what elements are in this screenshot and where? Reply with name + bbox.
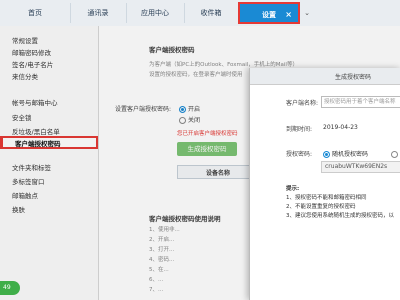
chevron-down-icon[interactable]: ⌄	[301, 3, 313, 23]
col-device: 设备名称	[206, 170, 231, 177]
random-radio-dot	[323, 151, 330, 158]
random-option-label: 随机授权密码	[332, 151, 369, 158]
sidebar-item-security-lock[interactable]: 安全锁	[12, 112, 32, 122]
tab-contacts[interactable]: 通讯录	[70, 3, 127, 23]
generate-password-dialog: 生成授权密码 客户端名称: 授权密码用于着个客户端名称 到期时间: 2019-0…	[249, 68, 400, 300]
tip-1: 1、授权密码不能和邮箱密码相同	[286, 195, 367, 201]
radio-on-dot	[179, 106, 186, 113]
tip-2: 2、不能设置重复的授权密码	[286, 204, 356, 210]
section-desc-1: 为客户端（如PC上的Outlook、Foxmail，手机上的Mail等）	[149, 62, 298, 68]
radio-off-label: 关闭	[188, 117, 201, 124]
sidebar-item-multi-tab[interactable]: 多标签窗口	[12, 176, 45, 186]
client-name-label: 客户端名称:	[286, 100, 319, 107]
usage-title: 客户端授权密码使用说明	[149, 215, 221, 223]
sidebar-item-general[interactable]: 常规设置	[12, 35, 38, 45]
tab-settings-label: 设置	[262, 11, 276, 19]
expire-value: 2019-04-23	[323, 124, 358, 131]
tab-inbox-label: 收件箱	[200, 9, 222, 17]
generated-code[interactable]: cruabuWTKw69EN2s	[321, 161, 400, 173]
custom-radio-dot	[391, 151, 398, 158]
sidebar-item-folders[interactable]: 文件夹和标签	[12, 162, 51, 172]
sidebar-item-touchpoint[interactable]: 邮箱触点	[12, 190, 38, 200]
sidebar-item-skin[interactable]: 换肤	[12, 204, 25, 214]
sidebar-item-signature[interactable]: 签名/电子名片	[12, 59, 53, 69]
tab-home-label: 首页	[28, 9, 42, 17]
sidebar-item-password[interactable]: 邮箱密码修改	[12, 47, 51, 57]
dialog-header: 生成授权密码	[250, 68, 400, 85]
note-3: 3、打开...	[149, 247, 175, 253]
settings-sidebar: 常规设置 邮箱密码修改 签名/电子名片 来信分类 帐号与邮箱中心 安全锁 反垃圾…	[0, 26, 99, 300]
top-tab-bar: 首页 通讯录 应用中心 收件箱 设置 × ⌄	[0, 0, 400, 27]
enable-label: 设置客户端授权密码:	[115, 106, 172, 113]
sidebar-item-antispam[interactable]: 反垃圾/黑白名单	[12, 126, 60, 136]
radio-off[interactable]: 关闭	[179, 115, 200, 124]
sidebar-item-account-center[interactable]: 帐号与邮箱中心	[12, 97, 58, 107]
random-password-option[interactable]: 随机授权密码	[323, 149, 368, 158]
password-label: 授权密码:	[286, 151, 313, 158]
notification-badge[interactable]: 49	[0, 281, 20, 295]
radio-off-dot	[179, 117, 186, 124]
enabled-warning: 您已开启客户端授权密码	[177, 131, 238, 137]
tab-inbox[interactable]: 收件箱	[184, 3, 239, 23]
radio-on[interactable]: 开启	[179, 104, 200, 113]
tips-title: 提示:	[286, 186, 300, 192]
note-1: 1、使用非...	[149, 227, 180, 233]
section-desc-2: 设置的授权密码，在登录客户端时使用	[149, 72, 243, 78]
sidebar-item-client-password[interactable]: 客户端授权密码	[0, 136, 98, 149]
dialog-title: 生成授权密码	[335, 74, 372, 81]
tab-home[interactable]: 首页	[0, 3, 71, 23]
tab-app-center[interactable]: 应用中心	[126, 3, 185, 23]
radio-on-label: 开启	[188, 106, 201, 113]
generate-password-button[interactable]: 生成授权密码	[177, 142, 237, 156]
sidebar-item-mail-filter[interactable]: 来信分类	[12, 71, 38, 81]
custom-password-option[interactable]: 自	[391, 149, 400, 158]
note-2: 2、开启...	[149, 237, 175, 243]
note-6: 6、...	[149, 277, 164, 283]
tab-app-center-label: 应用中心	[141, 9, 169, 17]
tab-contacts-label: 通讯录	[87, 9, 109, 17]
close-icon[interactable]: ×	[285, 4, 292, 26]
expire-label: 到期时间:	[286, 126, 313, 133]
note-5: 5、在...	[149, 267, 169, 273]
tip-3: 3、建议您使用系统随机生成的授权密码，以	[286, 213, 395, 219]
note-4: 4、密码...	[149, 257, 175, 263]
client-name-input[interactable]: 授权密码用于着个客户端名称	[321, 96, 400, 108]
tab-settings[interactable]: 设置 ×	[238, 2, 300, 24]
section-title: 客户端授权密码	[149, 46, 195, 54]
note-7: 7、...	[149, 287, 164, 293]
